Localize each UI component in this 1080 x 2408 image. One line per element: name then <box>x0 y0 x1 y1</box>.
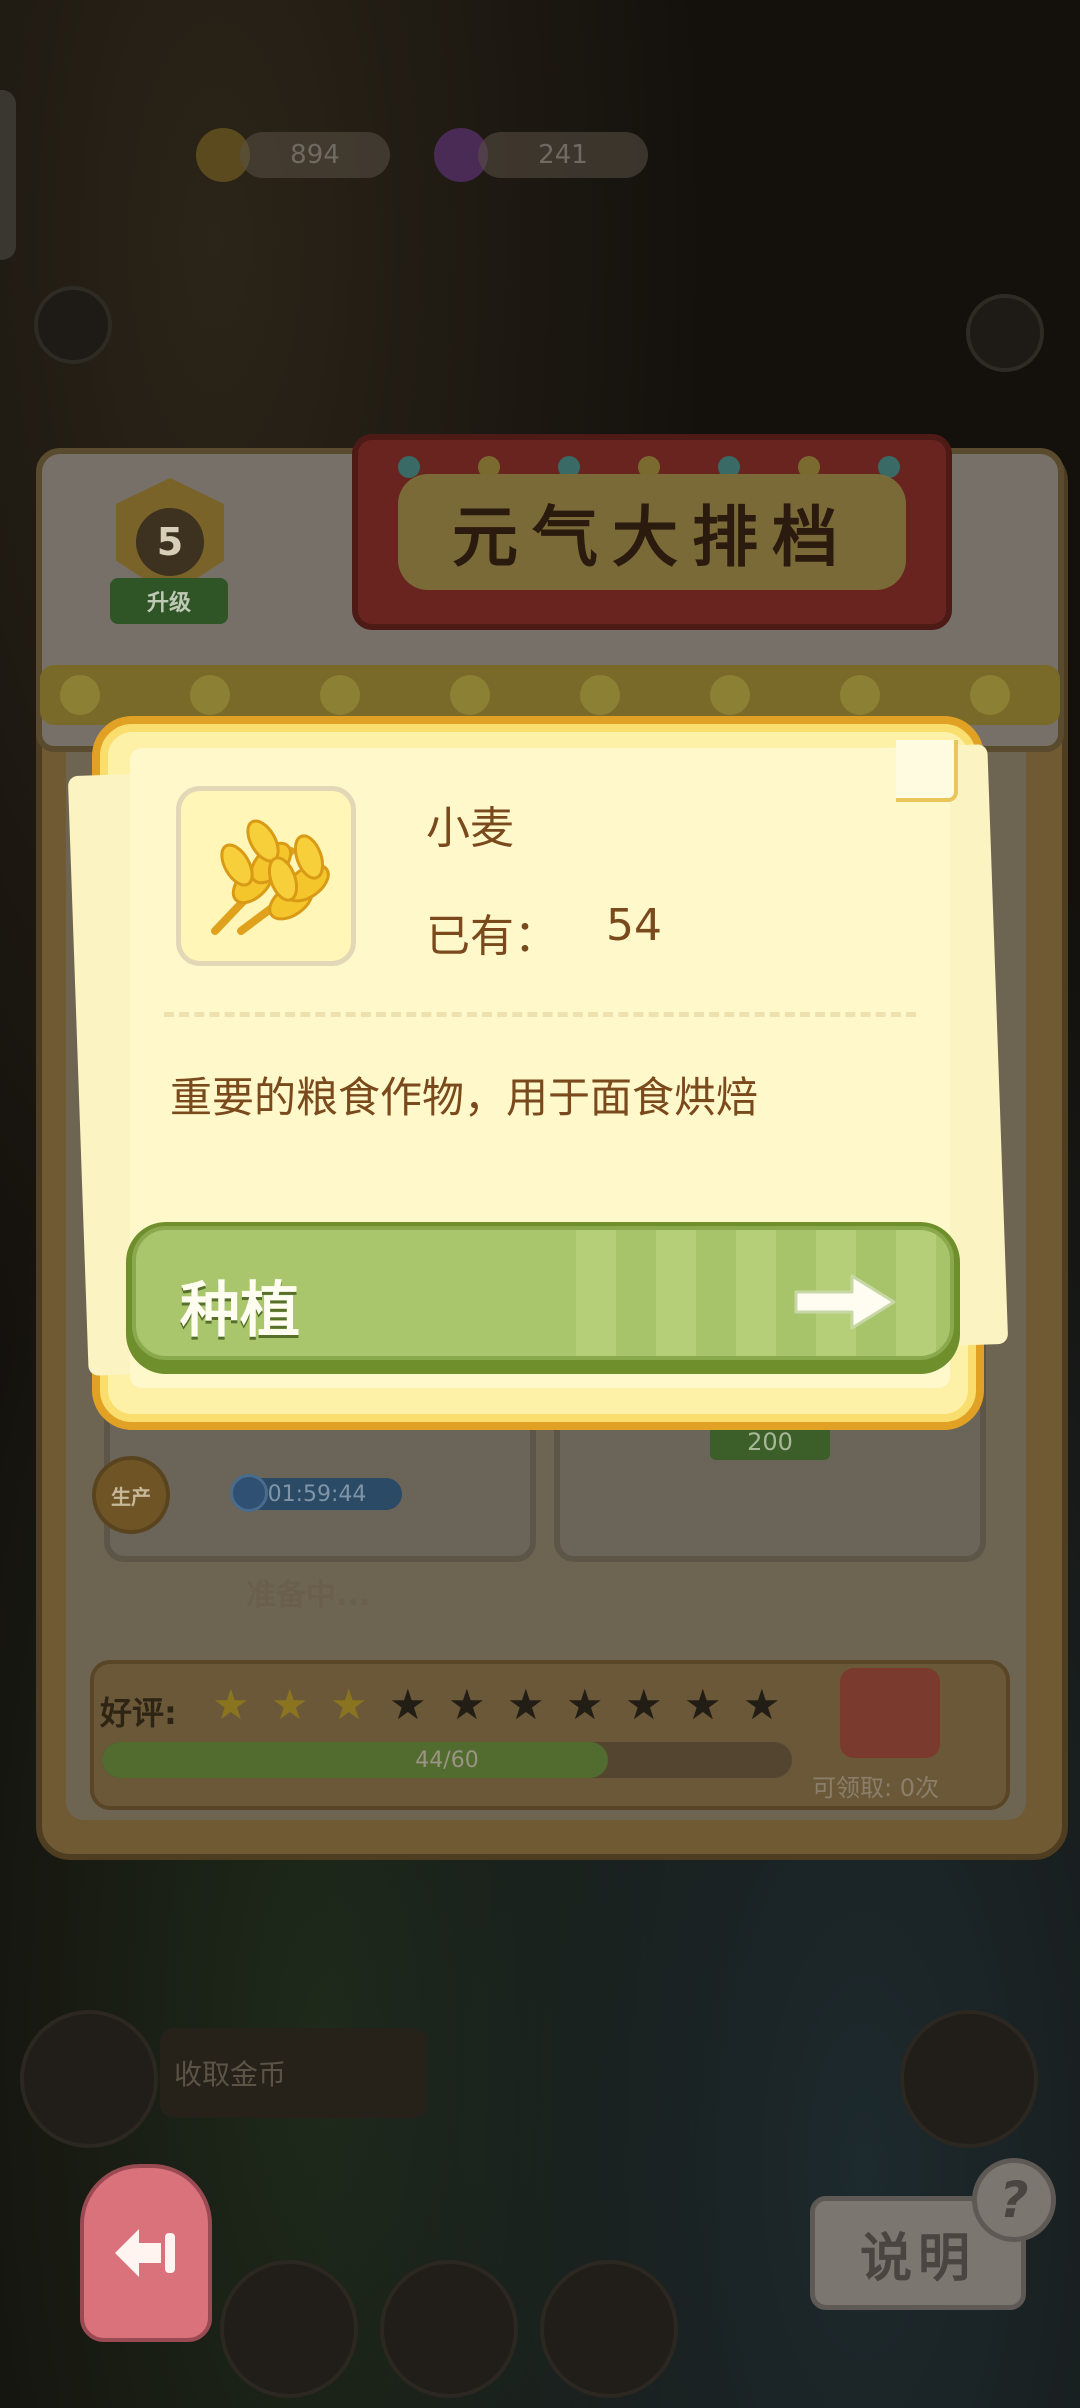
item-description: 重要的粮食作物，用于面食烘焙 <box>170 1073 759 1122</box>
character-side-icon[interactable] <box>34 286 112 364</box>
side-reward-icon[interactable] <box>900 2010 1038 2148</box>
gift-icon[interactable] <box>840 1668 940 1758</box>
clock-icon <box>230 1474 268 1512</box>
star-icon: ★ <box>743 1680 781 1729</box>
task-box[interactable]: 收取金币 <box>160 2028 428 2118</box>
star-icon: ★ <box>448 1680 486 1729</box>
star-icon: ★ <box>330 1680 368 1729</box>
claimable-label: 可领取: 0次 <box>812 1774 939 1802</box>
item-name: 小麦 <box>426 803 514 854</box>
star-icon: ★ <box>507 1680 545 1729</box>
popup-divider <box>164 1012 916 1017</box>
star-icon: ★ <box>625 1680 663 1729</box>
task-character-icon[interactable] <box>20 2010 158 2148</box>
bottom-nav-cart-icon[interactable] <box>540 2260 678 2398</box>
owned-label: 已有： <box>426 911 558 962</box>
ready-status: 准备中... <box>246 1578 371 1613</box>
avatar-frame[interactable] <box>0 90 16 260</box>
rating-progress-text: 44/60 <box>415 1747 479 1773</box>
plant-button[interactable]: 种植 <box>126 1222 960 1374</box>
stall-title: 元气大排档 <box>452 499 852 576</box>
star-icon: ★ <box>566 1680 604 1729</box>
star-icon: ★ <box>389 1680 427 1729</box>
gem-counter: 241 <box>478 132 648 178</box>
wheat-icon <box>211 819 330 935</box>
level-badge[interactable]: 5 升级 <box>70 478 270 628</box>
plant-button-face: 种植 <box>132 1226 954 1360</box>
plant-button-label: 种植 <box>180 1276 300 1346</box>
item-icon-frame <box>176 786 356 966</box>
help-question-icon[interactable]: ? <box>972 2158 1056 2242</box>
star-icon: ★ <box>212 1680 250 1729</box>
bottom-nav-menu-icon[interactable] <box>380 2260 518 2398</box>
back-arrow-icon <box>115 2229 175 2277</box>
upgrade-button[interactable]: 升级 <box>110 578 228 624</box>
owned-value: 54 <box>606 900 662 951</box>
bottom-nav-chef-icon[interactable] <box>220 2260 358 2398</box>
stall-sign: 元气大排档 <box>352 434 952 630</box>
arrow-right-icon <box>794 1274 896 1330</box>
level-number: 5 <box>136 508 204 576</box>
star-icon: ★ <box>684 1680 722 1729</box>
star-icon: ★ <box>271 1680 309 1729</box>
production-badge: 生产 <box>92 1456 170 1534</box>
settings-gear-icon[interactable] <box>966 294 1044 372</box>
rating-label: 好评: <box>100 1694 177 1732</box>
back-button[interactable] <box>80 2164 212 2342</box>
paper-corner-fold <box>896 740 958 802</box>
coin-counter: 894 <box>240 132 390 178</box>
